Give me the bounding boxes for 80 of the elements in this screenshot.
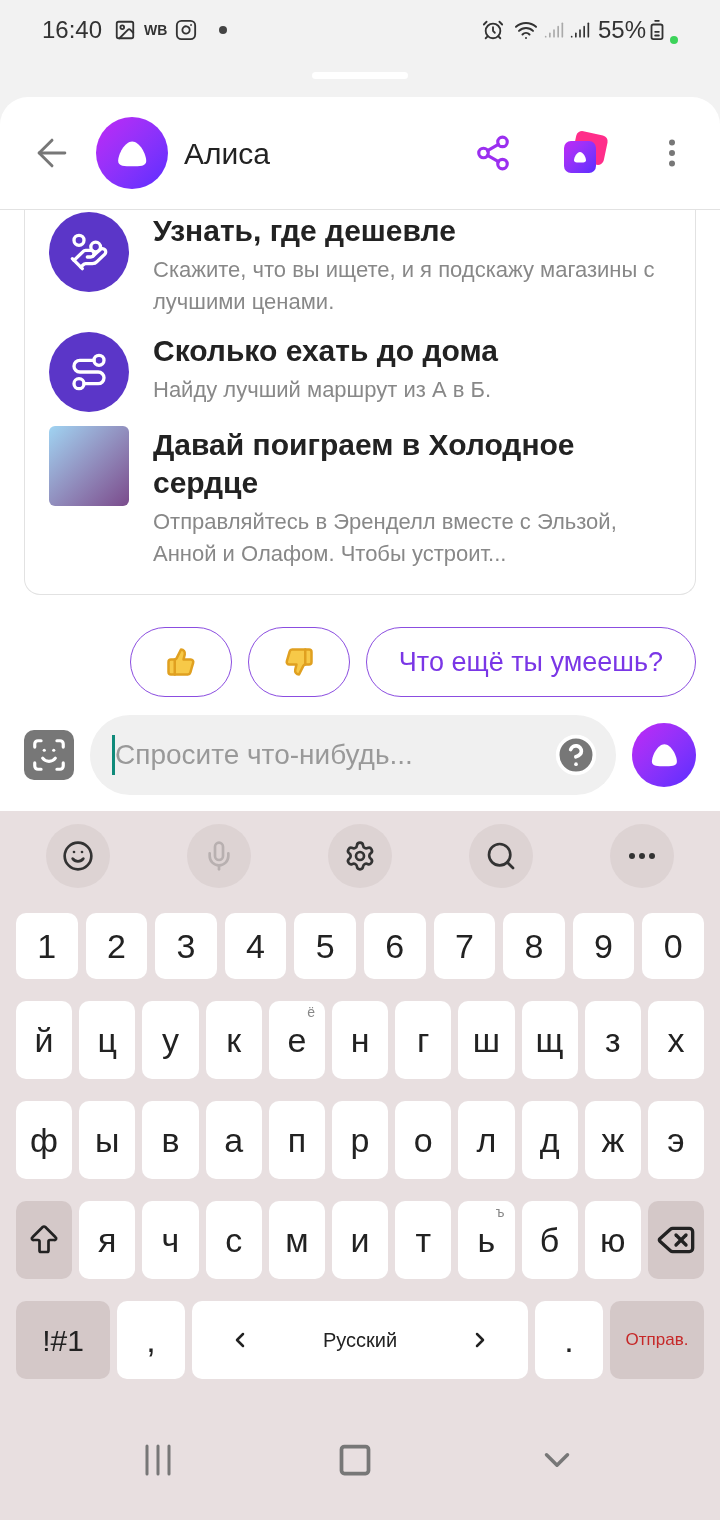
camera-indicator-icon bbox=[670, 36, 678, 44]
skill-title[interactable]: Давай поиграем в Холодное сердце bbox=[153, 426, 679, 502]
keyboard-key[interactable]: ш bbox=[458, 1001, 515, 1079]
alice-cards-icon[interactable] bbox=[564, 133, 606, 173]
chat-title: Алиса bbox=[184, 135, 270, 172]
search-icon bbox=[485, 840, 517, 872]
thumbs-down-icon bbox=[283, 647, 314, 677]
keyboard-key[interactable]: я bbox=[79, 1201, 136, 1279]
key-hint: ё bbox=[307, 1005, 315, 1019]
key-hint: ъ bbox=[495, 1205, 505, 1219]
more-icon bbox=[629, 853, 655, 859]
keyboard-key[interactable]: ч bbox=[142, 1201, 199, 1279]
keyboard-key[interactable]: д bbox=[521, 1101, 578, 1179]
keyboard-key[interactable]: х bbox=[647, 1001, 705, 1079]
keyboard-key[interactable]: б bbox=[521, 1201, 578, 1279]
keyboard-key[interactable]: л bbox=[458, 1101, 515, 1179]
keyboard-key[interactable]: ю bbox=[584, 1201, 641, 1279]
keyboard-key[interactable]: 6 bbox=[363, 913, 426, 979]
keyboard-key[interactable]: ж bbox=[584, 1101, 641, 1179]
keyboard-key[interactable]: 7 bbox=[433, 913, 496, 979]
keyboard-key[interactable]: т bbox=[395, 1201, 452, 1279]
settings-icon bbox=[344, 840, 376, 872]
keyboard-key[interactable]: 0 bbox=[642, 913, 704, 979]
alarm-icon bbox=[481, 19, 504, 41]
keyboard-key[interactable]: . bbox=[535, 1301, 603, 1379]
keyboard-key[interactable]: е ё bbox=[268, 1001, 325, 1079]
keyboard-key[interactable]: з bbox=[584, 1001, 641, 1079]
keyboard-key[interactable]: 9 bbox=[572, 913, 635, 979]
signal-icon bbox=[543, 20, 564, 40]
keyboard-key[interactable]: м bbox=[268, 1201, 325, 1279]
keyboard-key[interactable]: , bbox=[117, 1301, 185, 1379]
camera-icon bbox=[175, 19, 198, 41]
backspace-key[interactable] bbox=[647, 1201, 705, 1279]
symbols-key[interactable]: !#1 bbox=[16, 1301, 110, 1379]
signal-icon bbox=[569, 20, 590, 40]
keyboard-key[interactable]: ф bbox=[16, 1101, 73, 1179]
keyboard-key[interactable]: 8 bbox=[503, 913, 565, 979]
text-cursor bbox=[112, 735, 115, 775]
keyboard-key[interactable]: 2 bbox=[85, 913, 148, 979]
keyboard-key[interactable]: 1 bbox=[16, 913, 78, 979]
keyboard-key[interactable]: с bbox=[205, 1201, 262, 1279]
share-icon[interactable] bbox=[474, 134, 512, 172]
keyboard-key[interactable]: а bbox=[205, 1101, 262, 1179]
status-app-label: WB bbox=[144, 20, 168, 40]
keyboard-key[interactable]: к bbox=[205, 1001, 262, 1079]
keyboard-key[interactable]: ц bbox=[79, 1001, 136, 1079]
status-time: 16:40 bbox=[42, 15, 103, 45]
message-text-field[interactable]: Спросите что-нибудь... bbox=[115, 734, 554, 776]
keyboard-key[interactable]: у bbox=[142, 1001, 199, 1079]
keyboard-key[interactable]: щ bbox=[521, 1001, 578, 1079]
skill-description: Найду лучший маршрут из А в Б. bbox=[153, 376, 493, 404]
skill-description: Отправляйтесь в Эренделл вместе с Эльзой, Анной и Олафом. Чтобы устроит... bbox=[153, 508, 618, 568]
picture-icon bbox=[114, 19, 137, 41]
keyboard-key[interactable]: 5 bbox=[294, 913, 356, 979]
thumbs-up-icon bbox=[165, 647, 196, 677]
shift-key[interactable] bbox=[16, 1201, 73, 1279]
skill-description: Скажите, что вы ищете, и я подскажу магазины с лучшими ценами. bbox=[153, 256, 656, 316]
keyboard-key[interactable]: 4 bbox=[224, 913, 287, 979]
battery-percent: 55% bbox=[597, 15, 646, 45]
keyboard-key[interactable]: п bbox=[268, 1101, 325, 1179]
keyboard-key[interactable]: 3 bbox=[155, 913, 217, 979]
keyboard-key[interactable]: н bbox=[331, 1001, 389, 1079]
keyboard-key[interactable]: р bbox=[331, 1101, 389, 1179]
space-key[interactable]: Русский bbox=[192, 1301, 528, 1379]
keyboard-key[interactable]: й bbox=[16, 1001, 73, 1079]
keyboard-key[interactable]: о bbox=[395, 1101, 452, 1179]
keyboard-key[interactable]: и bbox=[331, 1201, 389, 1279]
keyboard-key[interactable]: г bbox=[395, 1001, 452, 1079]
keyboard-key[interactable]: в bbox=[142, 1101, 199, 1179]
emoji-icon bbox=[62, 840, 94, 872]
alice-logo-icon bbox=[649, 742, 679, 768]
language-label: Русский bbox=[322, 1328, 398, 1353]
keyboard-key[interactable]: ь ъ bbox=[458, 1201, 515, 1279]
keyboard-key[interactable]: э bbox=[647, 1101, 705, 1179]
camera-scan-icon[interactable] bbox=[24, 730, 74, 780]
keyboard-key[interactable]: ы bbox=[79, 1101, 136, 1179]
skill-title[interactable]: Сколько ехать до дома bbox=[153, 332, 679, 370]
help-icon[interactable] bbox=[554, 733, 598, 777]
skill-title[interactable]: Узнать, где дешевле bbox=[153, 212, 679, 250]
message-input[interactable]: Спросите что-нибудь... bbox=[90, 715, 616, 795]
